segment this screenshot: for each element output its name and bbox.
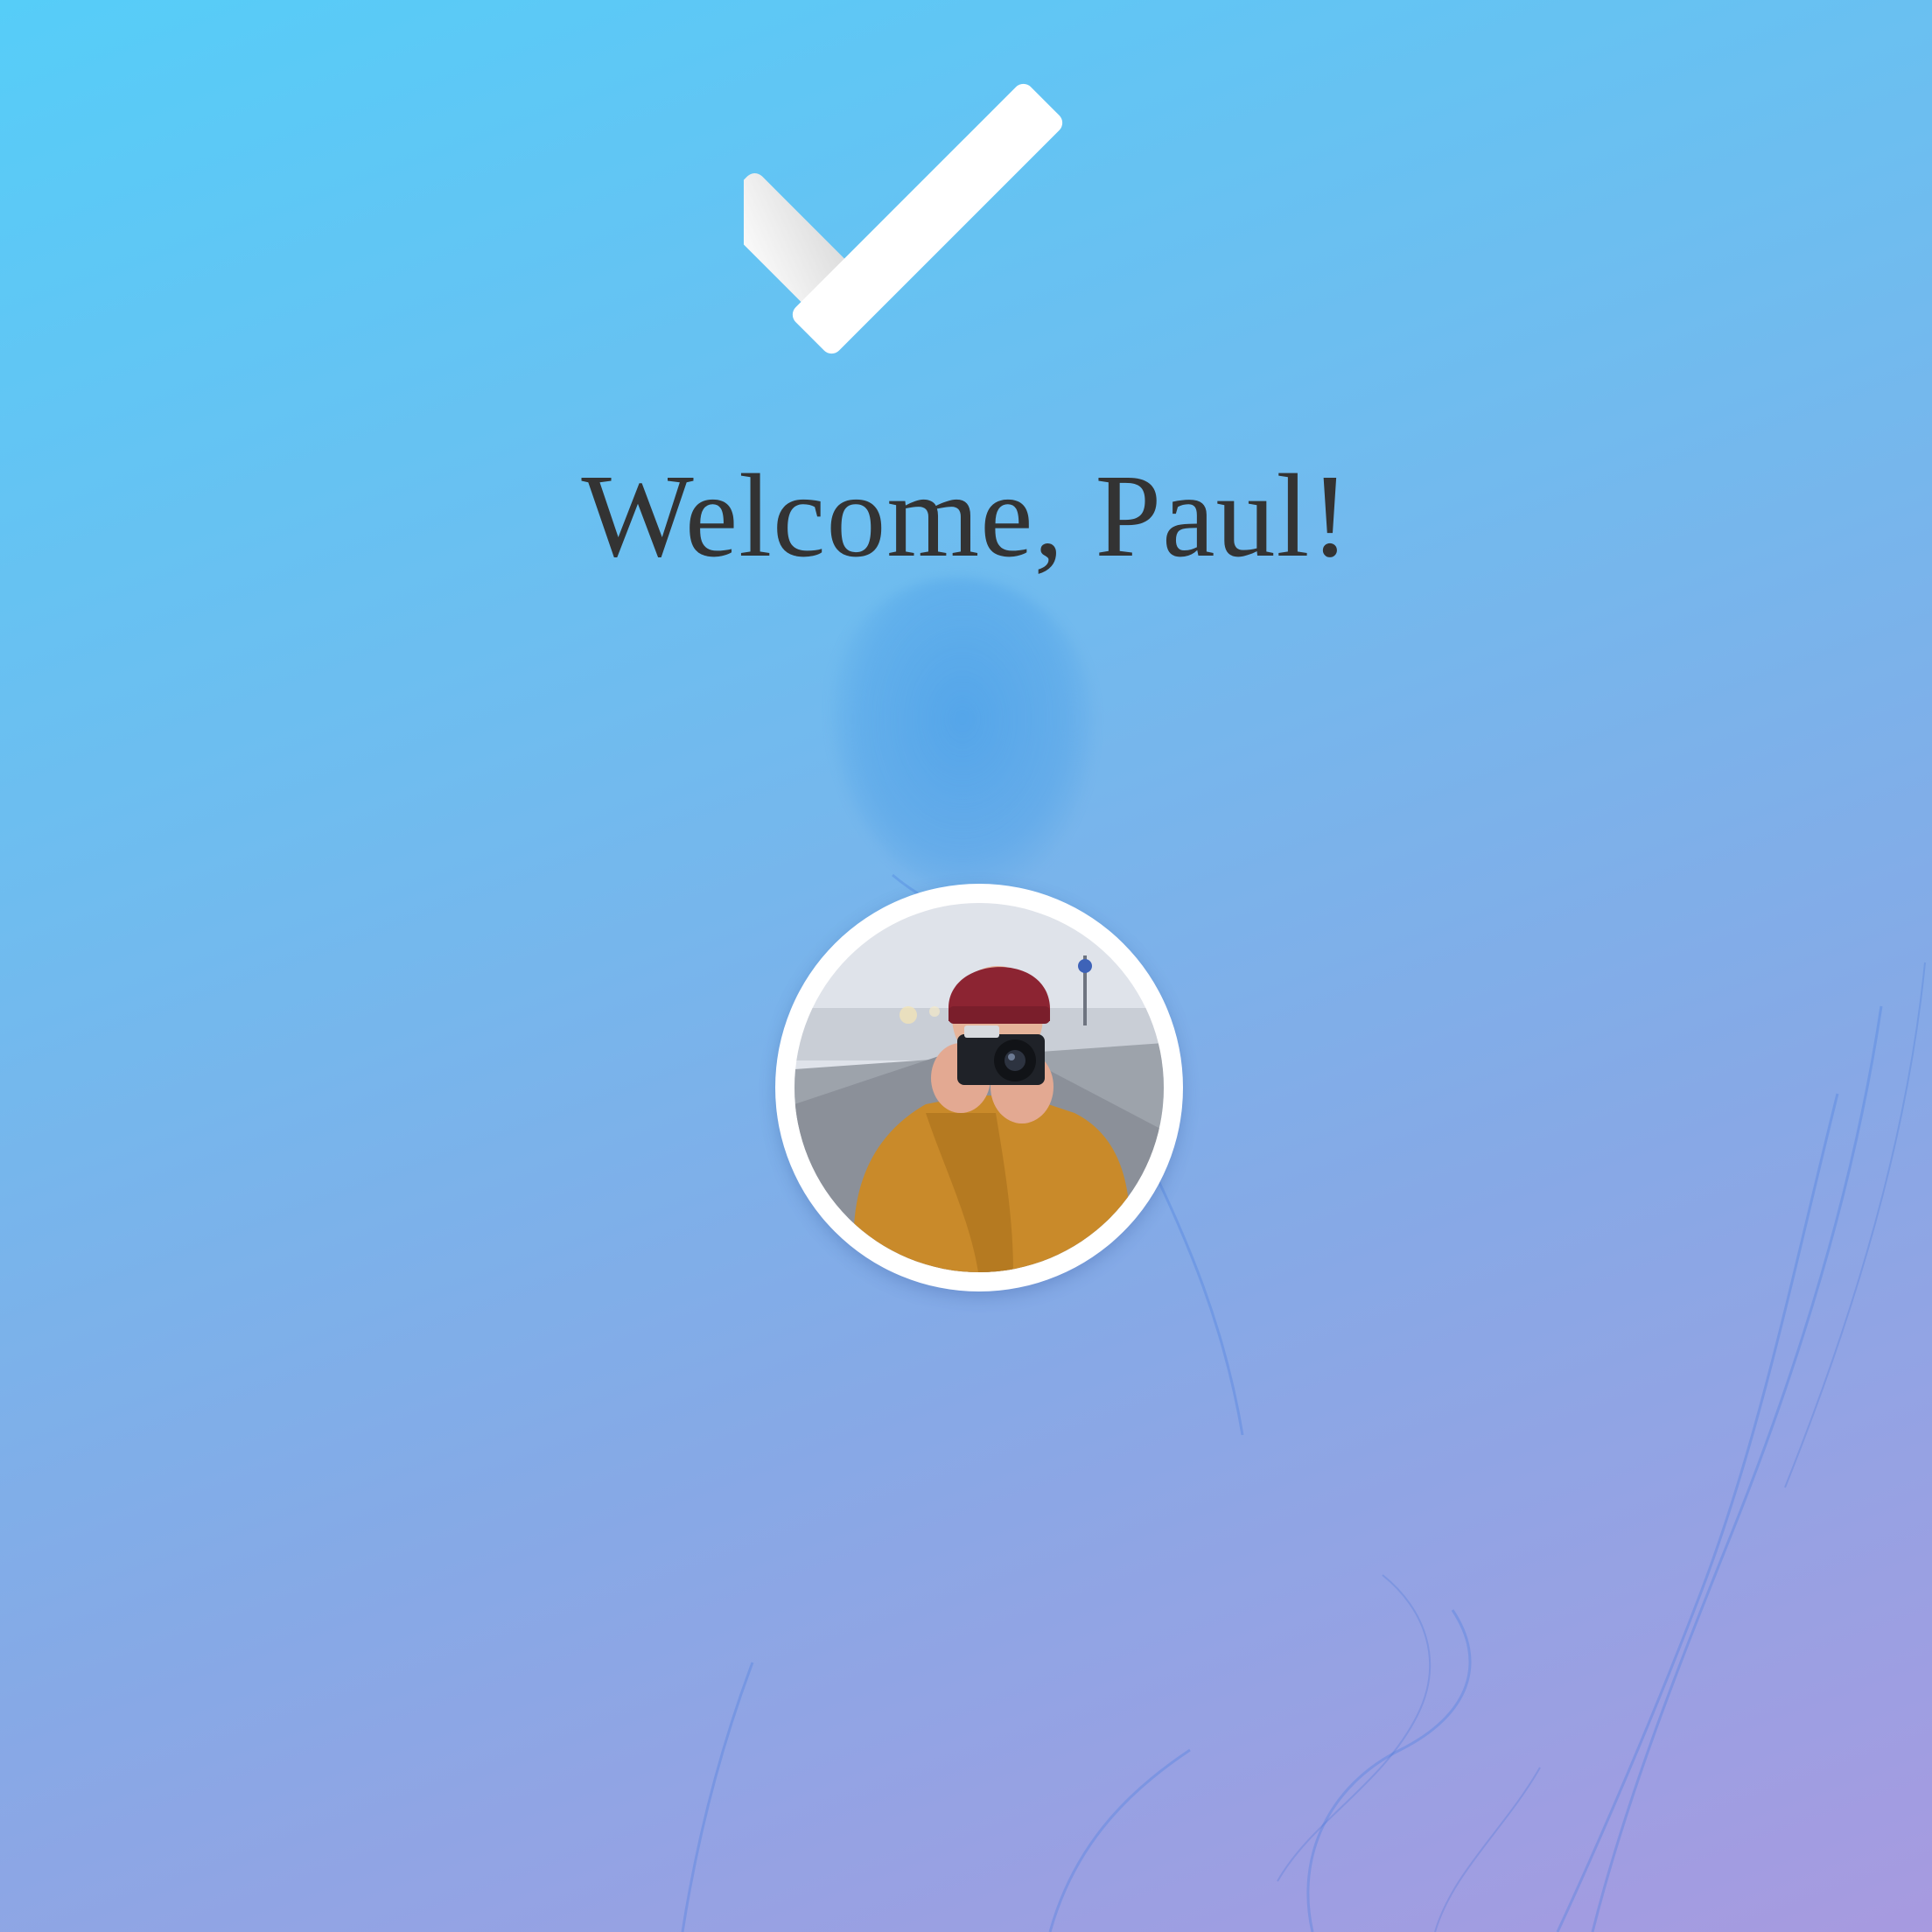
checkmark-icon bbox=[744, 83, 1063, 354]
welcome-heading: Welcome, Paul! bbox=[581, 451, 1351, 582]
avatar[interactable] bbox=[775, 884, 1183, 1292]
avatar-photo bbox=[794, 903, 1164, 1272]
